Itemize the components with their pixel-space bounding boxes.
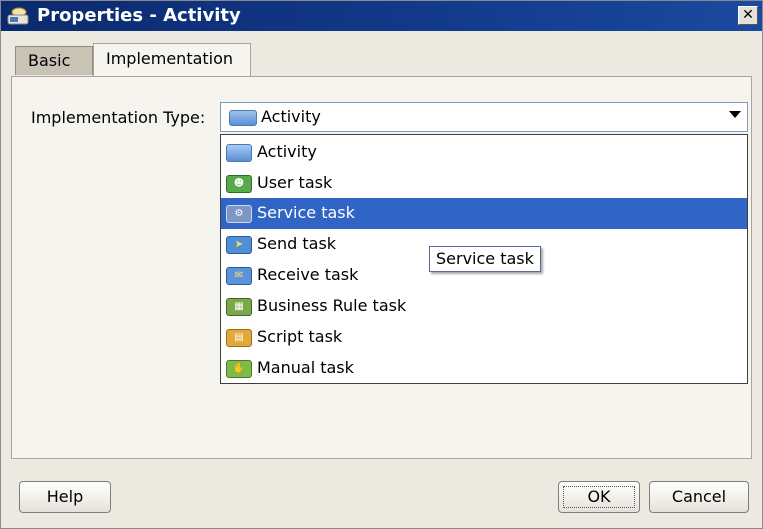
receive-task-icon: ✉	[226, 267, 252, 285]
list-item[interactable]: ⚙ Service task	[221, 198, 747, 229]
item-label: Receive task	[257, 265, 359, 284]
tab-implementation[interactable]: Implementation	[93, 43, 251, 77]
focus-ring	[563, 486, 635, 508]
implementation-type-label: Implementation Type:	[31, 108, 206, 127]
item-label: Send task	[257, 234, 337, 253]
close-button[interactable]: ✕	[738, 6, 758, 25]
list-item[interactable]: Activity	[221, 137, 747, 168]
tooltip: Service task	[429, 246, 541, 272]
tab-basic[interactable]: Basic	[15, 46, 93, 75]
service-task-icon: ⚙	[226, 205, 252, 223]
title-bar[interactable]: Properties - Activity ✕	[1, 1, 762, 31]
item-label: Script task	[257, 327, 343, 346]
item-label: Business Rule task	[257, 296, 407, 315]
item-label: User task	[257, 173, 333, 192]
activity-icon	[226, 144, 252, 162]
list-item[interactable]: ☻ User task	[221, 168, 747, 199]
implementation-type-select[interactable]: Activity	[220, 102, 748, 132]
item-label: Service task	[257, 203, 355, 222]
window-title: Properties - Activity	[37, 5, 241, 26]
manual-task-icon: ✋	[226, 360, 252, 378]
item-label: Activity	[257, 142, 317, 161]
list-item[interactable]: ▤ Script task	[221, 322, 747, 353]
item-label: Manual task	[257, 358, 354, 377]
selected-value: Activity	[261, 107, 321, 126]
send-task-icon: ➤	[226, 236, 252, 254]
list-item[interactable]: ✋ Manual task	[221, 353, 747, 384]
activity-title-icon	[7, 6, 29, 26]
activity-icon	[229, 110, 257, 126]
business-rule-task-icon: ▦	[226, 298, 252, 316]
chevron-down-icon[interactable]	[729, 111, 741, 118]
cancel-button[interactable]: Cancel	[649, 481, 749, 513]
script-task-icon: ▤	[226, 329, 252, 347]
user-task-icon: ☻	[226, 175, 252, 193]
help-button[interactable]: Help	[19, 481, 111, 513]
properties-dialog: Properties - Activity ✕ Basic Implementa…	[0, 0, 763, 529]
ok-button[interactable]: OK	[558, 481, 640, 513]
list-item[interactable]: ▦ Business Rule task	[221, 291, 747, 322]
